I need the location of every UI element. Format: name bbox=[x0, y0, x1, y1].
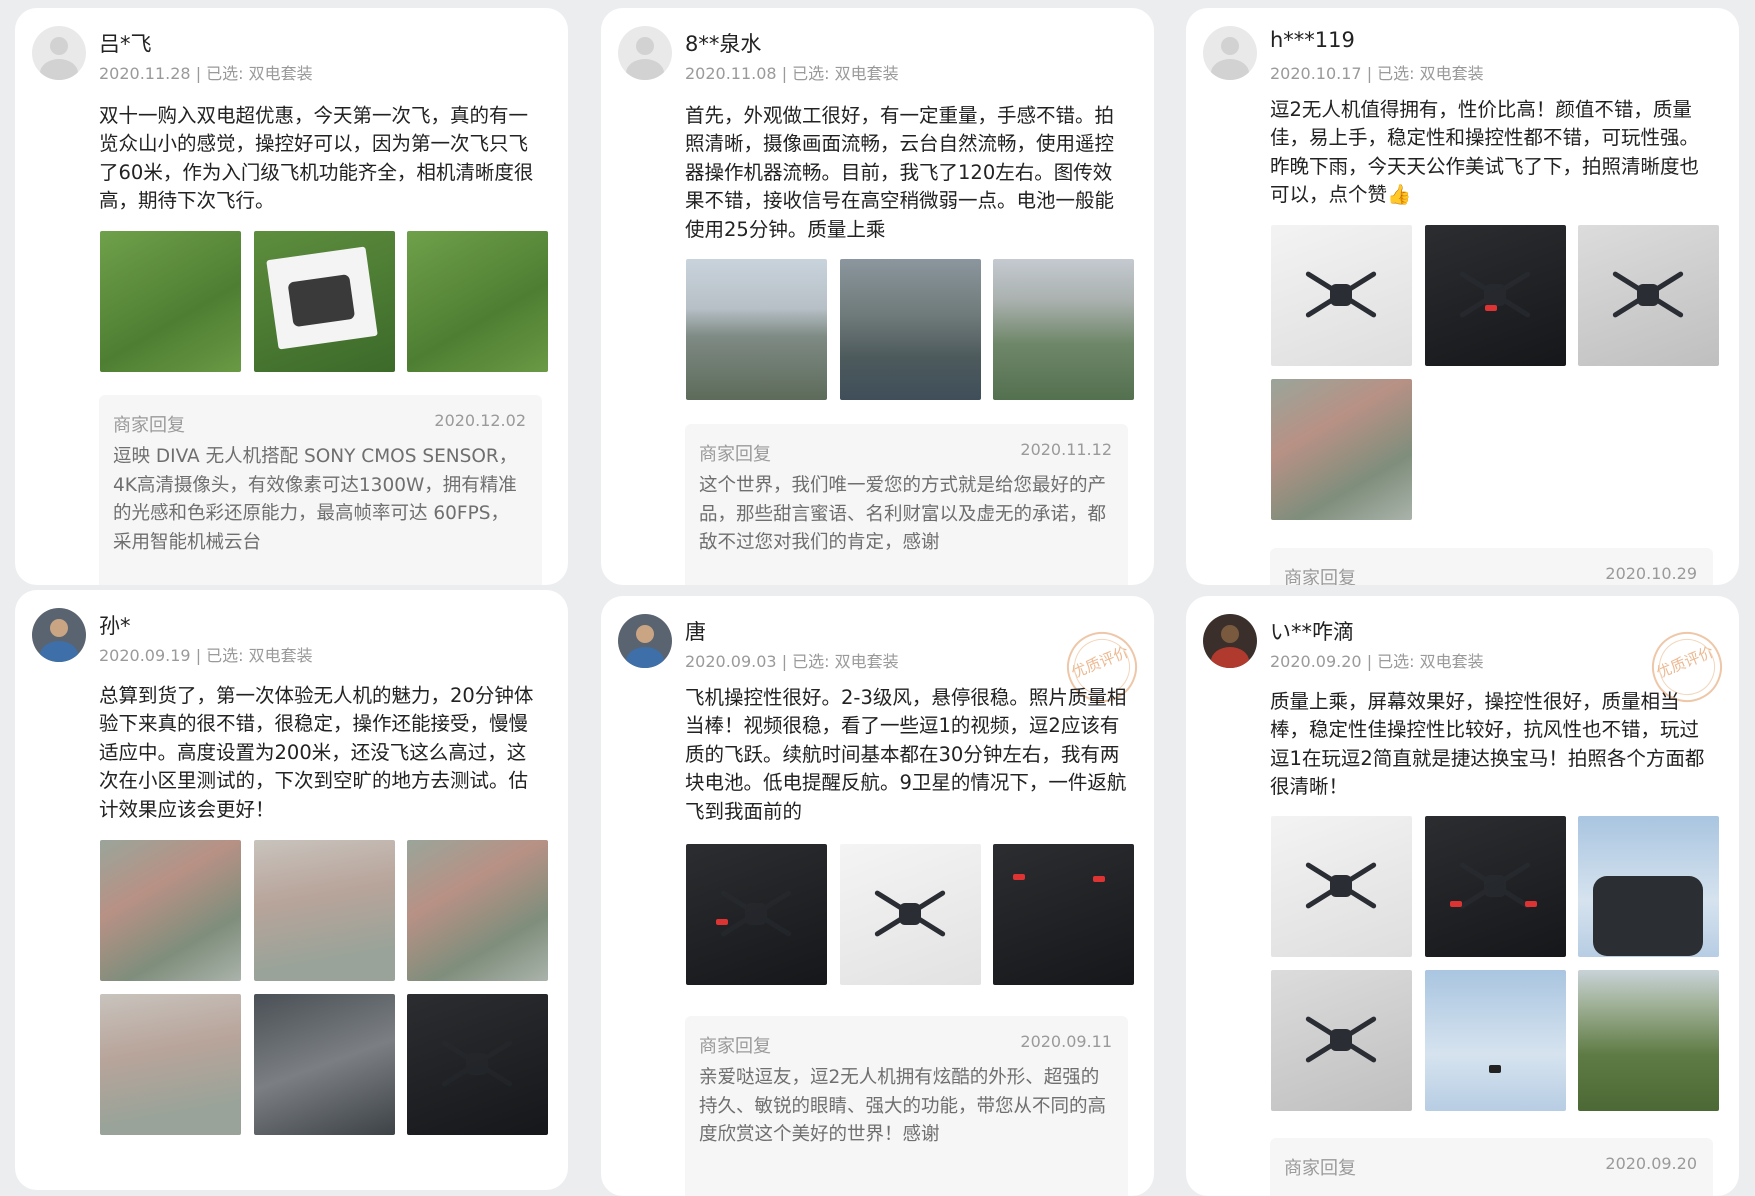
reviewer-name: い**咋滴 bbox=[1270, 620, 1354, 644]
reviewer-name: 8**泉水 bbox=[685, 32, 762, 56]
review-photo[interactable] bbox=[1425, 970, 1566, 1111]
review-card: h***119 2020.10.17 | 已选: 双电套装 逗2无人机值得拥有，… bbox=[1186, 8, 1739, 585]
merchant-reply: 商家回复 2020.09.11 亲爱哒逗友，逗2无人机拥有炫酷的外形、超强的持久… bbox=[685, 1016, 1128, 1196]
reply-title: 商家回复 bbox=[1284, 1158, 1356, 1179]
review-photo[interactable] bbox=[254, 231, 395, 372]
review-card: 8**泉水 2020.11.08 | 已选: 双电套装 首先，外观做工很好，有一… bbox=[601, 8, 1154, 585]
review-photo[interactable] bbox=[100, 994, 241, 1135]
review-photo[interactable] bbox=[1271, 970, 1412, 1111]
reply-date: 2020.11.12 bbox=[1020, 440, 1112, 459]
review-meta: 2020.09.03 | 已选: 双电套装 bbox=[685, 652, 899, 671]
reviewer-name: 吕*飞 bbox=[99, 32, 152, 56]
review-photo[interactable] bbox=[1578, 816, 1719, 957]
reviewer-name: h***119 bbox=[1270, 28, 1355, 52]
review-photo[interactable] bbox=[686, 844, 827, 985]
review-photo[interactable] bbox=[407, 994, 548, 1135]
review-card: 吕*飞 2020.11.28 | 已选: 双电套装 双十一购入双电超优惠，今天第… bbox=[15, 8, 568, 585]
review-photo[interactable] bbox=[1578, 970, 1719, 1111]
reply-date: 2020.10.29 bbox=[1605, 564, 1697, 583]
review-text: 首先，外观做工很好，有一定重量，手感不错。拍照清晰，摄像画面流畅，云台自然流畅，… bbox=[685, 104, 1115, 241]
merchant-reply: 商家回复 2020.12.02 逗映 DIVA 无人机搭配 SONY CMOS … bbox=[99, 395, 542, 585]
review-photo[interactable] bbox=[254, 840, 395, 981]
review-meta: 2020.09.19 | 已选: 双电套装 bbox=[99, 646, 313, 665]
review-photo[interactable] bbox=[1425, 225, 1566, 366]
merchant-reply: 商家回复 2020.11.12 这个世界，我们唯一爱您的方式就是给您最好的产品，… bbox=[685, 424, 1128, 585]
review-text: 双十一购入双电超优惠，今天第一次飞，真的有一览众山小的感觉，操控好可以，因为第一… bbox=[99, 104, 534, 213]
review-card: 唐 2020.09.03 | 已选: 双电套装 优质评价 飞机操控性很好。2-3… bbox=[601, 596, 1154, 1196]
reply-title: 商家回复 bbox=[113, 415, 185, 436]
review-text: 飞机操控性很好。2-3级风，悬停很稳。照片质量相当棒！视频很稳，看了一些逗1的视… bbox=[685, 686, 1127, 823]
review-meta: 2020.09.20 | 已选: 双电套装 bbox=[1270, 652, 1484, 671]
reply-text: 亲爱哒逗友，逗2无人机拥有炫酷的外形、超强的持久、敏锐的眼睛、强大的功能，带您从… bbox=[699, 1067, 1107, 1145]
review-text: 总算到货了，第一次体验无人机的魅力，20分钟体验下来真的很不错，很稳定，操作还能… bbox=[99, 684, 534, 821]
merchant-reply: 商家回复 2020.09.20 bbox=[1270, 1138, 1713, 1196]
review-text: 质量上乘，屏幕效果好，操控性很好，质量相当棒，稳定性佳操控性比较好，抗风性也不错… bbox=[1270, 690, 1705, 799]
review-card: 孙* 2020.09.19 | 已选: 双电套装 总算到货了，第一次体验无人机的… bbox=[15, 590, 568, 1190]
reply-date: 2020.12.02 bbox=[434, 411, 526, 430]
review-card: い**咋滴 2020.09.20 | 已选: 双电套装 优质评价 质量上乘，屏幕… bbox=[1186, 596, 1739, 1196]
review-meta: 2020.11.08 | 已选: 双电套装 bbox=[685, 64, 899, 83]
avatar[interactable] bbox=[32, 608, 86, 662]
reply-title: 商家回复 bbox=[699, 444, 771, 465]
review-photo[interactable] bbox=[407, 231, 548, 372]
review-photo[interactable] bbox=[1425, 816, 1566, 957]
review-photo[interactable] bbox=[254, 994, 395, 1135]
avatar[interactable] bbox=[1203, 26, 1257, 80]
reply-title: 商家回复 bbox=[699, 1036, 771, 1057]
review-meta: 2020.11.28 | 已选: 双电套装 bbox=[99, 64, 313, 83]
reply-date: 2020.09.11 bbox=[1020, 1032, 1112, 1051]
review-photo[interactable] bbox=[1271, 816, 1412, 957]
review-photo[interactable] bbox=[100, 231, 241, 372]
reply-title: 商家回复 bbox=[1284, 568, 1356, 585]
review-photo[interactable] bbox=[993, 259, 1134, 400]
merchant-reply: 商家回复 2020.10.29 bbox=[1270, 548, 1713, 585]
avatar[interactable] bbox=[32, 26, 86, 80]
reply-text: 这个世界，我们唯一爱您的方式就是给您最好的产品，那些甜言蜜语、名利财富以及虚无的… bbox=[699, 475, 1107, 553]
review-photo[interactable] bbox=[407, 840, 548, 981]
avatar[interactable] bbox=[618, 614, 672, 668]
reviewer-name: 孙* bbox=[99, 614, 131, 638]
review-photo[interactable] bbox=[100, 840, 241, 981]
avatar[interactable] bbox=[618, 26, 672, 80]
review-photo[interactable] bbox=[993, 844, 1134, 985]
review-meta: 2020.10.17 | 已选: 双电套装 bbox=[1270, 64, 1484, 83]
reply-date: 2020.09.20 bbox=[1605, 1154, 1697, 1173]
review-photo[interactable] bbox=[1271, 225, 1412, 366]
review-photo[interactable] bbox=[840, 844, 981, 985]
review-photo[interactable] bbox=[1578, 225, 1719, 366]
review-photo[interactable] bbox=[840, 259, 981, 400]
reviewer-name: 唐 bbox=[685, 620, 706, 644]
review-photo[interactable] bbox=[686, 259, 827, 400]
reply-text: 逗映 DIVA 无人机搭配 SONY CMOS SENSOR，4K高清摄像头，有… bbox=[113, 446, 518, 553]
avatar[interactable] bbox=[1203, 614, 1257, 668]
review-photo[interactable] bbox=[1271, 379, 1412, 520]
review-text: 逗2无人机值得拥有，性价比高！颜值不错，质量佳，易上手，稳定性和操控性都不错，可… bbox=[1270, 98, 1700, 207]
